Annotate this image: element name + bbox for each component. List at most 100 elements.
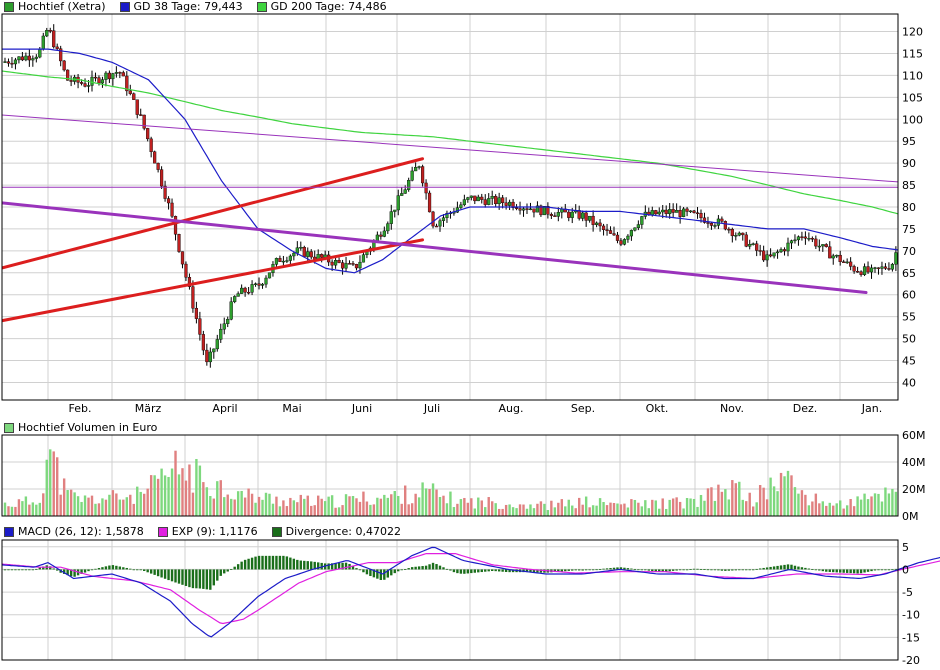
volume-bar xyxy=(243,497,247,516)
volume-bar xyxy=(66,490,69,516)
price-tick-label: 40 xyxy=(902,376,916,389)
month-label: Juni xyxy=(351,402,372,415)
volume-bar xyxy=(334,507,337,516)
divergence-bar xyxy=(811,569,814,570)
candle-down xyxy=(163,185,167,199)
candle-up xyxy=(233,296,237,302)
divergence-bar xyxy=(108,565,111,570)
divergence-bar xyxy=(122,567,125,570)
volume-bar xyxy=(156,478,160,516)
divergence-bar xyxy=(696,568,699,570)
candle-down xyxy=(27,55,31,61)
divergence-bar xyxy=(452,569,456,573)
volume-bar xyxy=(146,488,149,516)
volume-bar xyxy=(532,508,536,516)
volume-bar xyxy=(428,488,431,516)
candle-down xyxy=(243,287,247,293)
divergence-bar xyxy=(438,565,442,570)
candle-up xyxy=(775,251,780,254)
divergence-bar xyxy=(818,569,821,571)
divergence-bar xyxy=(609,568,612,570)
candle-up xyxy=(779,249,783,253)
divergence-bar xyxy=(828,569,831,572)
candle-up xyxy=(3,61,7,63)
candle-up xyxy=(441,217,446,221)
candle-down xyxy=(149,138,153,152)
volume-tick-label: 0M xyxy=(902,510,919,523)
divergence-bar xyxy=(38,567,41,570)
candle-down xyxy=(695,212,700,214)
volume-bar xyxy=(852,506,856,516)
divergence-bar xyxy=(884,569,887,571)
volume-bar xyxy=(205,487,209,516)
candle-down xyxy=(180,251,185,265)
volume-bar xyxy=(724,489,727,516)
divergence-bar xyxy=(703,569,706,570)
stock-chart: 404550556065707580859095100105110115120F… xyxy=(1,13,940,667)
candle-down xyxy=(83,83,87,87)
candle-up xyxy=(894,252,898,265)
divergence-bar xyxy=(14,569,17,571)
candle-up xyxy=(344,263,348,269)
divergence-bar xyxy=(310,561,313,570)
volume-bar xyxy=(612,502,616,516)
candle-up xyxy=(821,244,825,247)
candle-up xyxy=(626,235,630,240)
macd-tick-label: 0 xyxy=(902,563,909,576)
divergence-bar xyxy=(873,569,877,571)
divergence-bar xyxy=(184,569,188,586)
volume-bar xyxy=(174,450,177,516)
signal-line xyxy=(1,553,940,625)
divergence-bar xyxy=(410,567,414,570)
volume-bar xyxy=(163,475,167,516)
candle-up xyxy=(688,210,693,213)
divergence-bar xyxy=(856,569,859,574)
divergence-bar xyxy=(31,569,35,571)
divergence-bar xyxy=(212,569,215,586)
candle-down xyxy=(128,90,132,94)
candle-up xyxy=(219,328,223,340)
candle-up xyxy=(869,267,874,273)
divergence-bar xyxy=(734,569,737,571)
volume-bar xyxy=(184,480,188,516)
divergence-bar xyxy=(647,569,650,571)
volume-bar xyxy=(365,501,369,516)
divergence-bar xyxy=(804,567,807,570)
divergence-bar xyxy=(83,569,87,573)
candle-up xyxy=(111,73,115,80)
volume-bar xyxy=(588,507,591,516)
volume-bar xyxy=(755,502,758,516)
divergence-bar xyxy=(839,569,842,573)
candle-down xyxy=(10,62,14,65)
volume-bar xyxy=(209,496,212,516)
divergence-bar xyxy=(136,569,139,571)
candle-down xyxy=(504,202,508,206)
candle-down xyxy=(800,236,804,238)
divergence-bar xyxy=(870,569,873,572)
volume-bar xyxy=(285,506,289,516)
macd-tick-label: -10 xyxy=(902,609,920,622)
candle-down xyxy=(709,223,714,226)
candle-down xyxy=(803,236,807,239)
divergence-bar xyxy=(567,569,570,571)
candle-down xyxy=(48,30,52,32)
divergence-bar xyxy=(163,569,167,579)
divergence-bar xyxy=(52,568,55,570)
volume-bar xyxy=(710,487,713,516)
candle-up xyxy=(386,223,390,232)
candle-down xyxy=(194,307,198,319)
divergence-bar xyxy=(748,569,751,571)
candle-up xyxy=(393,209,397,212)
volume-bar xyxy=(212,498,215,516)
divergence-bar xyxy=(578,569,581,571)
candle-up xyxy=(260,283,265,286)
volume-bar xyxy=(56,457,59,516)
candle-down xyxy=(201,334,205,351)
volume-bar xyxy=(546,510,550,516)
volume-bar xyxy=(626,507,630,516)
candle-down xyxy=(166,198,171,204)
volume-bar xyxy=(769,477,772,516)
candle-up xyxy=(459,204,463,208)
volume-bar xyxy=(480,500,483,516)
volume-bar xyxy=(35,504,38,516)
